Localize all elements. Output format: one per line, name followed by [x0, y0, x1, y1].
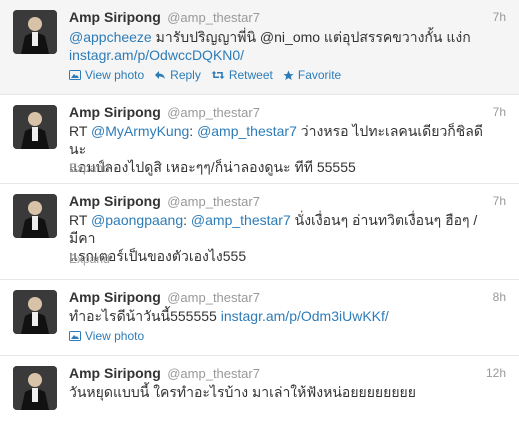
timestamp[interactable]: 12h [486, 366, 506, 380]
user-name[interactable]: Amp Siripong [69, 9, 161, 25]
retweet-label: Retweet [228, 68, 273, 82]
reply-icon [155, 71, 166, 79]
tweet-text-body: แอมป์ลองไปดูสิ เหอะๆๆ/ก็น่าลองดูนะ ทีที … [69, 159, 356, 175]
user-name[interactable]: Amp Siripong [69, 365, 161, 381]
timestamp[interactable]: 7h [493, 105, 506, 119]
tweet-text-body: วันหยุดแบบนี้ ใครทำอะไรบ้าง มาเล่าให้ฟัง… [69, 384, 416, 400]
tweet[interactable]: Amp Siripong @amp_thestar7 8h ทำอะไรดีน้… [0, 280, 519, 356]
avatar[interactable] [13, 105, 57, 149]
tweet-text-body: มารับปริญญาพี่นิ @ni_omo แต่อุปสรรคขวางก… [151, 29, 471, 45]
star-icon [283, 70, 294, 80]
timeline: Amp Siripong @amp_thestar7 7h @appcheeze… [0, 0, 519, 430]
avatar[interactable] [13, 290, 57, 334]
retweet-icon [211, 71, 225, 79]
tweet-text: วันหยุดแบบนี้ ใครทำอะไรบ้าง มาเล่าให้ฟัง… [69, 383, 499, 401]
tweet[interactable]: Amp Siripong @amp_thestar7 12h วันหยุดแบ… [0, 356, 519, 430]
user-handle[interactable]: @amp_thestar7 [167, 366, 260, 381]
view-photo-label: View photo [85, 329, 145, 343]
tweet[interactable]: Amp Siripong @amp_thestar7 7h RT @MyArmy… [0, 95, 519, 184]
user-name[interactable]: Amp Siripong [69, 289, 161, 305]
expand-link[interactable]: Expand [69, 161, 110, 175]
user-handle[interactable]: @amp_thestar7 [167, 105, 260, 120]
avatar[interactable] [13, 194, 57, 238]
favorite-button[interactable]: Favorite [283, 68, 341, 82]
mention-link[interactable]: @paongpaang [91, 212, 183, 228]
separator: : [183, 212, 191, 228]
photo-url-link[interactable]: instagr.am/p/OdwccDQKN0/ [69, 47, 244, 63]
reply-label: Reply [170, 68, 201, 82]
avatar[interactable] [13, 366, 57, 410]
tweet-header: Amp Siripong @amp_thestar7 [69, 365, 260, 383]
tweet-header: Amp Siripong @amp_thestar7 [69, 289, 260, 307]
expand-link[interactable]: Expand [69, 252, 110, 266]
retweet-button[interactable]: Retweet [211, 68, 273, 82]
tweet-text: ทำอะไรดีน้าวันนี้555555 instagr.am/p/Odm… [69, 307, 499, 325]
mention-link[interactable]: @amp_thestar7 [191, 212, 291, 228]
tweet[interactable]: Amp Siripong @amp_thestar7 7h RT @paongp… [0, 184, 519, 280]
tweet-actions: View photo Reply Retweet Favorite [69, 68, 341, 82]
timestamp[interactable]: 7h [493, 10, 506, 24]
tweet-header: Amp Siripong @amp_thestar7 [69, 104, 260, 122]
user-handle[interactable]: @amp_thestar7 [167, 194, 260, 209]
mention-link[interactable]: @appcheeze [69, 29, 152, 45]
mention-link[interactable]: @amp_thestar7 [197, 123, 297, 139]
tweet-text: RT @paongpaang: @amp_thestar7 นั่งเงื่อน… [69, 211, 499, 265]
retweet-prefix: RT [69, 123, 92, 139]
view-photo-button[interactable]: View photo [69, 68, 144, 82]
mention-link[interactable]: @MyArmyKung [91, 123, 189, 139]
user-name[interactable]: Amp Siripong [69, 193, 161, 209]
separator: : [189, 123, 198, 139]
view-photo-button[interactable]: View photo [69, 329, 144, 343]
reply-button[interactable]: Reply [154, 68, 201, 82]
tweet-text-body: ทำอะไรดีน้าวันนี้555555 [69, 308, 221, 324]
tweet-actions: View photo [69, 329, 144, 343]
avatar[interactable] [13, 10, 57, 54]
timestamp[interactable]: 7h [493, 194, 506, 208]
favorite-label: Favorite [297, 68, 342, 82]
photo-url-link[interactable]: instagr.am/p/Odm3iUwKKf/ [221, 308, 389, 324]
timestamp[interactable]: 8h [493, 290, 506, 304]
tweet-text-body: แรกเตอร์เป็นของตัวเองไง555 [69, 248, 247, 264]
photo-icon [69, 331, 81, 341]
view-photo-label: View photo [85, 68, 145, 82]
user-name[interactable]: Amp Siripong [69, 104, 161, 120]
retweet-prefix: RT [69, 212, 92, 228]
tweet[interactable]: Amp Siripong @amp_thestar7 7h @appcheeze… [0, 0, 519, 95]
user-handle[interactable]: @amp_thestar7 [167, 290, 260, 305]
user-handle[interactable]: @amp_thestar7 [167, 10, 260, 25]
tweet-header: Amp Siripong @amp_thestar7 [69, 193, 260, 211]
tweet-text: RT @MyArmyKung: @amp_thestar7 ว่างหรอ ไป… [69, 122, 499, 176]
tweet-text: @appcheeze มารับปริญญาพี่นิ @ni_omo แต่อ… [69, 28, 499, 64]
photo-icon [69, 70, 81, 80]
tweet-header: Amp Siripong @amp_thestar7 [69, 9, 260, 27]
